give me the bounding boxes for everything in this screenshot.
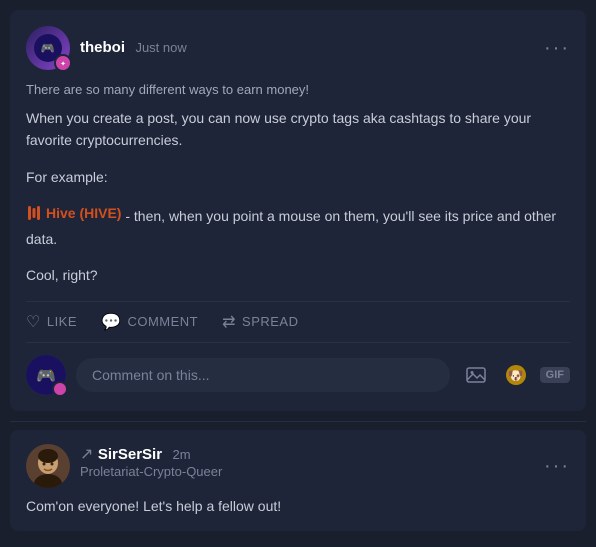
post-subtitle: There are so many different ways to earn… bbox=[26, 82, 570, 97]
sticker-button[interactable]: 🐶 bbox=[500, 359, 532, 391]
comment-input[interactable] bbox=[76, 358, 450, 392]
like-label: LIKE bbox=[47, 314, 77, 329]
post-card: 🎮 ✦ theboi Just now ··· There are so man… bbox=[10, 10, 586, 411]
commenter-avatar-badge bbox=[52, 381, 68, 397]
post-paragraph-1: When you create a post, you can now use … bbox=[26, 107, 570, 152]
commenter-info: ↗ SirSerSir 2m Proletariat-Crypto-Queer bbox=[80, 444, 222, 489]
svg-text:🎮: 🎮 bbox=[41, 43, 55, 55]
badge-icon: ✦ bbox=[58, 58, 68, 68]
commenter-avatar[interactable] bbox=[26, 444, 70, 488]
commenter-username-row: ↗ SirSerSir 2m bbox=[80, 444, 222, 464]
comment-more-button[interactable]: ··· bbox=[544, 455, 570, 478]
spread-button[interactable]: ⇄ SPREAD bbox=[222, 312, 298, 332]
example-label: For example: bbox=[26, 169, 108, 185]
repost-icon: ↗ bbox=[80, 444, 93, 464]
comment-input-row: 🎮 🐶 GIF bbox=[26, 355, 570, 395]
hive-tag-label: Hive (HIVE) bbox=[46, 202, 121, 224]
post-body: When you create a post, you can now use … bbox=[26, 107, 570, 287]
section-divider bbox=[10, 421, 586, 422]
svg-text:🎮: 🎮 bbox=[36, 368, 56, 385]
comment-body: Com'on everyone! Let's help a fellow out… bbox=[26, 495, 570, 517]
commenter-input-avatar: 🎮 bbox=[26, 355, 66, 395]
hive-tag[interactable]: Hive (HIVE) bbox=[26, 202, 121, 224]
post-more-button[interactable]: ··· bbox=[544, 37, 570, 60]
comment-header: ↗ SirSerSir 2m Proletariat-Crypto-Queer … bbox=[26, 444, 570, 489]
author-avatar[interactable]: 🎮 ✦ bbox=[26, 26, 70, 70]
author-username[interactable]: theboi bbox=[80, 39, 125, 56]
spread-label: SPREAD bbox=[242, 314, 298, 329]
gif-button[interactable]: GIF bbox=[540, 367, 570, 383]
action-bar: ♡ LIKE 💬 COMMENT ⇄ SPREAD bbox=[26, 301, 570, 343]
comment-timestamp: 2m bbox=[173, 447, 191, 462]
post-hive-line: Hive (HIVE) - then, when you point a mou… bbox=[26, 202, 570, 250]
commenter-role: Proletariat-Crypto-Queer bbox=[80, 464, 222, 479]
post-header-left: 🎮 ✦ theboi Just now bbox=[26, 26, 187, 70]
image-icon bbox=[466, 365, 486, 385]
comment-label: COMMENT bbox=[127, 314, 198, 329]
svg-text:✦: ✦ bbox=[60, 60, 66, 68]
hive-logo-svg bbox=[26, 205, 42, 221]
post-header: 🎮 ✦ theboi Just now ··· bbox=[26, 26, 570, 70]
post-paragraph-3: Cool, right? bbox=[26, 264, 570, 286]
author-info: theboi Just now bbox=[80, 39, 187, 57]
spread-icon: ⇄ bbox=[222, 312, 236, 332]
comment-card: ↗ SirSerSir 2m Proletariat-Crypto-Queer … bbox=[10, 430, 586, 531]
comment-button[interactable]: 💬 COMMENT bbox=[101, 312, 198, 332]
heart-icon: ♡ bbox=[26, 312, 41, 332]
sticker-icon: 🐶 bbox=[505, 364, 527, 386]
hive-logo bbox=[26, 205, 42, 221]
post-timestamp: Just now bbox=[135, 40, 186, 55]
comment-header-left: ↗ SirSerSir 2m Proletariat-Crypto-Queer bbox=[26, 444, 222, 489]
post-example: For example: bbox=[26, 166, 570, 188]
svg-text:🐶: 🐶 bbox=[508, 368, 524, 383]
like-button[interactable]: ♡ LIKE bbox=[26, 312, 77, 332]
avatar-badge: ✦ bbox=[54, 54, 72, 72]
image-upload-button[interactable] bbox=[460, 359, 492, 391]
comment-icon: 💬 bbox=[101, 312, 121, 332]
commenter-avatar-svg bbox=[26, 444, 70, 488]
comment-action-buttons: 🐶 GIF bbox=[460, 359, 570, 391]
commenter-username[interactable]: SirSerSir bbox=[98, 446, 162, 463]
